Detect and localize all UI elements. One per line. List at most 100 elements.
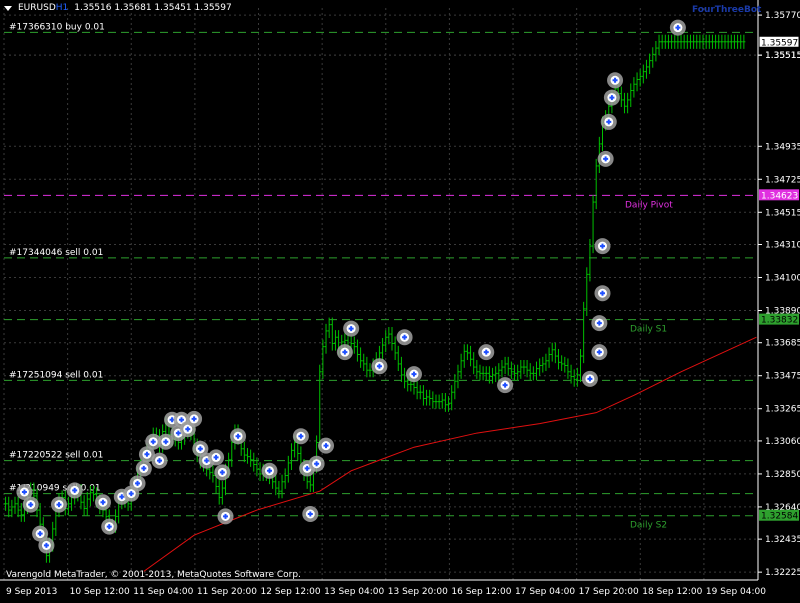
order-marker — [66, 482, 83, 499]
price-bar — [390, 327, 394, 351]
price-bar — [566, 358, 570, 379]
current-price-text: 1.35597 — [761, 38, 798, 48]
price-bar — [453, 374, 457, 400]
order-marker — [591, 344, 608, 361]
price-bar — [491, 367, 495, 384]
price-bar — [494, 366, 498, 382]
price-chart[interactable]: 9 Sep 2013 10 Sep 12:00 11 Sep 04:00 11 Sep… — [0, 0, 800, 600]
price-bar — [252, 452, 256, 472]
price-bar — [641, 64, 645, 84]
price-bar — [500, 360, 504, 378]
price-bar — [701, 34, 705, 49]
dropdown-triangle-icon[interactable] — [4, 5, 12, 11]
order-marker — [318, 437, 335, 454]
price-bar — [440, 393, 444, 409]
price-bar — [553, 342, 557, 364]
x-tick-label: 10 Sep 12:00 — [70, 587, 130, 597]
price-bar — [541, 356, 545, 373]
expert-advisor-label[interactable]: FourThreeBot — [692, 5, 761, 15]
price-bar — [481, 366, 485, 381]
price-bar — [434, 394, 438, 409]
price-bar — [333, 330, 337, 351]
price-bar — [563, 356, 567, 373]
price-bar — [85, 492, 89, 516]
order-marker — [50, 496, 67, 513]
price-bar — [289, 443, 293, 470]
price-bar — [531, 366, 535, 381]
price-bar — [648, 53, 652, 74]
price-bar — [525, 360, 529, 378]
price-bar — [381, 338, 385, 360]
order-marker — [607, 72, 624, 89]
level-label: Daily S1 — [630, 325, 667, 335]
level-label: Daily S2 — [630, 521, 667, 531]
y-tick-label: 1.34310 — [765, 241, 800, 251]
order-marker — [594, 238, 611, 255]
y-tick-label: 1.35515 — [765, 51, 800, 61]
price-bar — [283, 468, 287, 489]
order-marker — [261, 462, 278, 479]
price-bar — [352, 336, 356, 354]
price-bar — [572, 369, 576, 387]
price-bar — [516, 364, 520, 381]
x-tick-label: 19 Sep 04:00 — [706, 587, 766, 597]
y-tick-label: 1.33475 — [765, 372, 800, 382]
price-bar — [673, 34, 677, 49]
price-bar — [277, 481, 281, 499]
order-marker — [594, 285, 611, 302]
price-bar — [217, 479, 221, 505]
price-bar — [717, 34, 721, 49]
price-bar — [396, 345, 400, 371]
price-bar — [415, 380, 419, 400]
price-bar — [594, 158, 598, 210]
price-bar — [654, 41, 658, 62]
price-bar — [280, 474, 284, 499]
order-marker — [101, 518, 118, 535]
order-marker — [22, 496, 39, 513]
x-tick-label: 18 Sep 12:00 — [642, 587, 702, 597]
price-bar — [676, 34, 680, 49]
order-marker — [230, 428, 247, 445]
price-bar — [538, 358, 542, 376]
order-marker — [129, 475, 146, 492]
price-bar — [695, 34, 699, 49]
price-bar — [726, 34, 730, 49]
price-bar — [82, 495, 86, 516]
price-bar — [729, 34, 733, 49]
price-bar — [626, 92, 630, 114]
order-marker — [135, 460, 152, 477]
y-tick-label: 1.33265 — [765, 405, 800, 415]
price-bar — [739, 34, 743, 49]
level-price-tag-text: 1.34623 — [761, 191, 798, 201]
price-bar — [720, 34, 724, 49]
level-price-tag-text: 1.32584 — [761, 512, 798, 522]
price-bar — [487, 366, 491, 384]
y-tick-label: 1.35770 — [765, 11, 800, 21]
price-bar — [318, 364, 322, 450]
price-bar — [679, 34, 683, 49]
x-tick-label: 11 Sep 20:00 — [197, 587, 257, 597]
price-bar — [670, 34, 674, 49]
y-tick-label: 1.34515 — [765, 208, 800, 218]
x-tick-label: 17 Sep 04:00 — [515, 587, 575, 597]
price-bar — [13, 496, 17, 514]
copyright-text: Varengold MetaTrader, © 2001-2013, MetaQ… — [6, 570, 301, 580]
x-tick-label: 17 Sep 20:00 — [579, 587, 639, 597]
level-label: #17220522 sell 0.01 — [9, 451, 103, 461]
order-marker — [405, 366, 422, 383]
order-marker — [581, 370, 598, 387]
price-bar — [535, 361, 539, 381]
price-bar — [503, 356, 507, 375]
price-bar — [736, 34, 740, 49]
symbol-bar: EURUSD H1 1.35516 1.35681 1.35451 1.35597 — [4, 3, 232, 13]
price-bar — [399, 356, 403, 382]
price-bar — [547, 347, 551, 368]
price-bar — [428, 389, 432, 406]
level-label: #17344046 sell 0.01 — [9, 248, 103, 258]
ohlc-values: 1.35516 1.35681 1.35451 1.35597 — [74, 3, 232, 13]
price-bar — [688, 34, 692, 49]
y-tick-label: 1.34935 — [765, 142, 800, 152]
price-bar — [245, 448, 249, 464]
moving-average-line — [143, 336, 757, 572]
price-bar — [585, 267, 589, 316]
